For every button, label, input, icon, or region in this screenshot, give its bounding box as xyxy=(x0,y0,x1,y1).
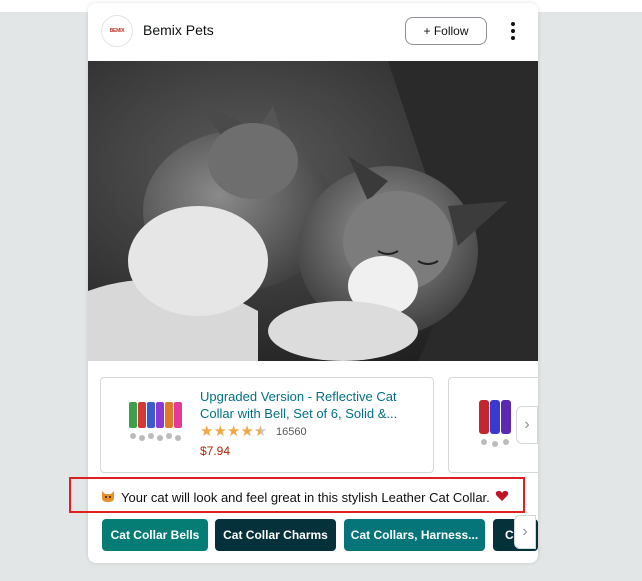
star-icon: ★ xyxy=(200,423,214,440)
brand-logo[interactable]: BEMIX xyxy=(101,15,133,47)
star-rating[interactable]: ★ ★ ★ ★ ★ xyxy=(200,424,267,440)
follow-button[interactable]: + Follow xyxy=(405,17,487,45)
highlight-box xyxy=(69,477,525,513)
star-icon: ★ xyxy=(213,423,227,440)
product-card[interactable]: Upgraded Version - Reflective Cat Collar… xyxy=(100,377,434,473)
post-photo[interactable] xyxy=(88,61,538,361)
chevron-right-icon[interactable]: › xyxy=(514,515,536,549)
chip-cat-collar-bells[interactable]: Cat Collar Bells xyxy=(102,519,208,551)
product-price: $7.94 xyxy=(200,444,231,458)
chip-cat-collars-harness[interactable]: Cat Collars, Harness... xyxy=(344,519,485,551)
more-vertical-icon[interactable] xyxy=(506,20,520,42)
star-half-icon: ★ xyxy=(253,423,268,440)
product-title-link[interactable]: Upgraded Version - Reflective Cat Collar… xyxy=(200,388,420,422)
chip-cat-collar-charms[interactable]: Cat Collar Charms xyxy=(215,519,336,551)
chevron-right-icon[interactable]: › xyxy=(516,406,538,444)
star-icon: ★ xyxy=(226,423,241,440)
post-header: BEMIX Bemix Pets + Follow xyxy=(88,3,538,61)
rating-count[interactable]: 16560 xyxy=(276,426,307,438)
product-thumbnail[interactable] xyxy=(127,398,185,446)
brand-name[interactable]: Bemix Pets xyxy=(143,22,214,38)
star-icon: ★ xyxy=(240,423,254,440)
